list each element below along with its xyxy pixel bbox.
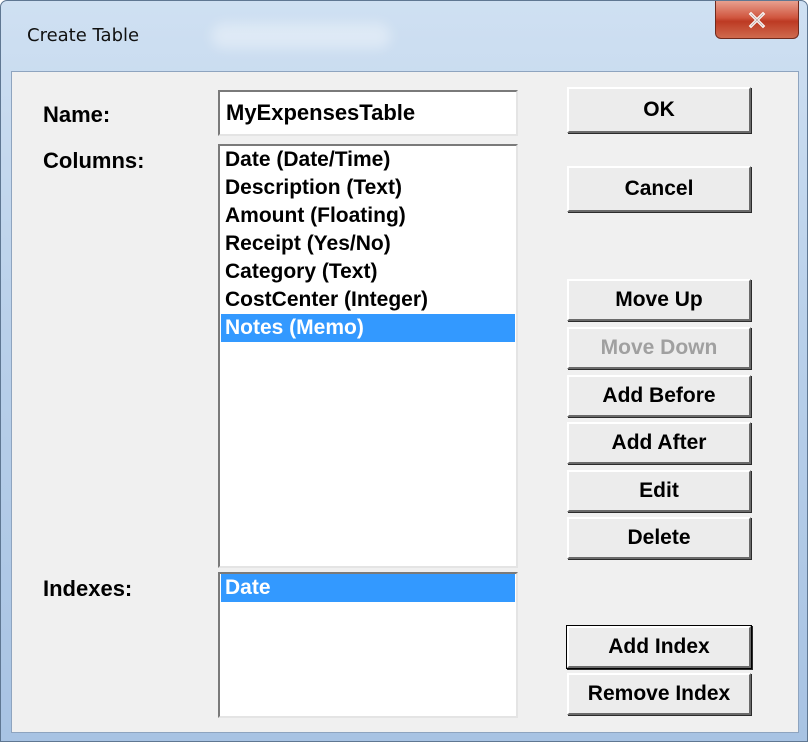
close-button[interactable]: [715, 1, 799, 39]
indexes-list: Date: [220, 574, 516, 602]
name-label: Name:: [43, 102, 111, 127]
columns-list-item[interactable]: Description (Text): [221, 174, 515, 202]
columns-list-item[interactable]: Notes (Memo): [221, 314, 515, 342]
name-field-frame: [218, 90, 518, 136]
columns-list-item[interactable]: Category (Text): [221, 258, 515, 286]
name-input[interactable]: [220, 92, 516, 134]
columns-list-item[interactable]: Date (Date/Time): [221, 146, 515, 174]
indexes-listbox[interactable]: Date: [218, 572, 518, 718]
window-title: Create Table: [27, 25, 140, 46]
add-index-button[interactable]: Add Index: [567, 626, 751, 668]
columns-list-item[interactable]: CostCenter (Integer): [221, 286, 515, 314]
columns-list-item[interactable]: Amount (Floating): [221, 202, 515, 230]
columns-listbox[interactable]: Date (Date/Time) Description (Text) Amount…: [218, 144, 518, 568]
remove-index-button[interactable]: Remove Index: [567, 673, 751, 715]
title-bar[interactable]: Create Table: [1, 1, 807, 71]
close-icon: [748, 11, 766, 28]
dialog-body: Name: Columns: Date (Date/Time)Descripti…: [11, 71, 799, 733]
add-after-button[interactable]: Add After: [567, 422, 751, 464]
indexes-list-item[interactable]: Date: [221, 574, 515, 602]
cancel-button[interactable]: Cancel: [567, 166, 751, 212]
columns-label: Columns:: [43, 148, 145, 173]
indexes-label: Indexes:: [43, 576, 133, 601]
move-up-button[interactable]: Move Up: [567, 279, 751, 321]
title-bar-glass: [211, 23, 391, 49]
edit-button[interactable]: Edit: [567, 470, 751, 512]
add-before-button[interactable]: Add Before: [567, 375, 751, 417]
move-down-button[interactable]: Move Down: [567, 327, 751, 369]
columns-list: Date (Date/Time) Description (Text) Amount…: [220, 146, 516, 342]
ok-button[interactable]: OK: [567, 87, 751, 133]
delete-button[interactable]: Delete: [567, 517, 751, 559]
columns-list-item[interactable]: Receipt (Yes/No): [221, 230, 515, 258]
create-table-dialog: Create Table Name: Columns: Date (Date/T…: [0, 0, 808, 742]
